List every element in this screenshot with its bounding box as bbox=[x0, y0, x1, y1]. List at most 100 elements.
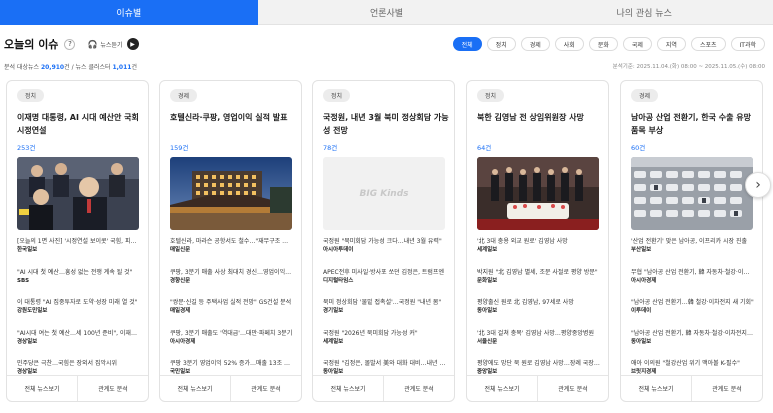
news-item[interactable]: 국정원 "2026년 북미회담 가능성 커" 세계일보 bbox=[323, 326, 446, 357]
category-sports[interactable]: 스포츠 bbox=[690, 37, 726, 51]
news-headline[interactable]: "쌍문·신길 등 주택사업 실적 전망" GS건설 분석 bbox=[170, 298, 293, 307]
news-item[interactable]: "AI시대 여는 첫 예산…세 100년 준비", 이재명 대통령경상일보 bbox=[17, 326, 140, 357]
news-headline[interactable]: [오늘의 1면 사진] '시정연설 보이콧' 국힘, 피켓 시위 bbox=[17, 237, 140, 246]
relation-analysis-button[interactable]: 관계도 분석 bbox=[537, 376, 608, 401]
news-headline[interactable]: 호텔신라, 마라슨 공항서도 철수…"재무구조 개선" bbox=[170, 237, 293, 246]
stats-cluster-count: 1,011 bbox=[112, 64, 132, 71]
news-item[interactable]: '北 3대 충용 외교 원로' 김영남 사망 세계일보 bbox=[477, 234, 600, 265]
issue-title[interactable]: 이재명 대통령, AI 시대 예산안 국회 시정연설 bbox=[17, 111, 145, 137]
news-item[interactable]: '산업 전환기' 맞은 남아공, 이프리카 시장 진출 부산일보 bbox=[631, 234, 754, 265]
news-headline[interactable]: 쿠팡, 3분기 매출 사상 최대치 경신…영업이익도 증가 bbox=[170, 268, 293, 277]
news-headline[interactable]: 국정원 "김정은, 몰발서 美와 대화 대비…내년 3월" bbox=[323, 359, 446, 368]
tab-press[interactable]: 언론사별 bbox=[257, 0, 516, 25]
news-headline[interactable]: APEC전후 미사일·방사포 쏘던 김정은, 트럼프엔 bbox=[323, 268, 446, 277]
issue-count: 60건 bbox=[631, 144, 646, 152]
next-arrow-icon[interactable]: › bbox=[745, 172, 771, 198]
news-item[interactable]: "남아공 산업 전환기, 韓 자동차·철강·이차전지 유망" 동아일보 bbox=[631, 326, 754, 357]
news-item[interactable]: 쿠팡, 3분기 매출도 '역대급'…대만·파페치 3분기 아시아경제 bbox=[170, 326, 293, 357]
category-society[interactable]: 사회 bbox=[554, 37, 584, 51]
issue-thumbnail[interactable] bbox=[477, 157, 599, 230]
category-local[interactable]: 지역 bbox=[656, 37, 686, 51]
news-source: 세계일보 bbox=[323, 338, 344, 345]
news-source: 강원도민일보 bbox=[17, 308, 48, 314]
relation-analysis-button[interactable]: 관계도 분석 bbox=[383, 376, 454, 401]
news-headline[interactable]: "AI 시대 첫 예산…흥성 없는 전쟁 계속 될 것" bbox=[17, 268, 140, 277]
news-headline[interactable]: 이 대통령 "AI 집중투자로 도약·성장 미래 열 것" bbox=[17, 298, 140, 307]
news-item[interactable]: 호텔신라, 마라슨 공항서도 철수…"재무구조 개선" 매일신문 bbox=[170, 234, 293, 265]
relation-analysis-button[interactable]: 관계도 분석 bbox=[77, 376, 148, 401]
news-headline[interactable]: 북미 정상회담 '물밑 접촉설'…국정원 "내년 봄" bbox=[323, 298, 446, 307]
news-source: 이투데이 bbox=[631, 308, 652, 314]
news-item[interactable]: 쿠팡, 3분기 매출 사상 최대치 경신…영업이익도 증가 경향신문 bbox=[170, 265, 293, 296]
category-international[interactable]: 국제 bbox=[622, 37, 652, 51]
news-item[interactable]: "남아공 산업 전환기…韓 철강·이차전지 새 기회" 이투데이 bbox=[631, 295, 754, 326]
news-headline[interactable]: '北 3대 걸쳐 충복' 김영남 사망…평양중앙병원 bbox=[477, 329, 600, 338]
news-headline[interactable]: 국정원 "2026년 북미회담 가능성 커" bbox=[323, 329, 446, 338]
news-item[interactable]: 이 대통령 "AI 집중투자로 도약·성장 미래 열 것" 강원도민일보 bbox=[17, 295, 140, 326]
category-politics[interactable]: 정치 bbox=[486, 37, 516, 51]
news-headline[interactable]: 쿠팡 3분기 영업이익 52% 증가…매출 13조 육박 bbox=[170, 359, 293, 368]
play-icon[interactable]: ▶ bbox=[126, 38, 139, 50]
news-headline[interactable]: "남아공 산업 전환기, 韓 자동차·철강·이차전지 유망" bbox=[631, 329, 754, 338]
issue-thumbnail[interactable] bbox=[170, 157, 292, 230]
help-icon[interactable]: ? bbox=[64, 38, 76, 50]
all-news-button[interactable]: 전체 뉴스보기 bbox=[160, 376, 230, 401]
issue-card[interactable]: 경제 호텔신라·쿠팡, 영업이익 실적 발표 159건 호텔신라, 마라슨 공항… bbox=[159, 80, 302, 402]
issue-card[interactable]: 정치 북한 김영남 전 상임위원장 사망 64건 '北 3대 충용 외교 원로'… bbox=[466, 80, 609, 402]
news-headline[interactable]: '北 3대 충용 외교 원로' 김영남 사망 bbox=[477, 237, 600, 246]
issue-thumbnail[interactable] bbox=[17, 157, 139, 230]
news-headline[interactable]: "남아공 산업 전환기…韓 철강·이차전지 새 기회" bbox=[631, 298, 754, 307]
issue-thumbnail[interactable] bbox=[631, 157, 753, 230]
news-source: 동아일보 bbox=[477, 308, 498, 314]
news-source: 한국일보 bbox=[17, 247, 38, 253]
relation-analysis-button[interactable]: 관계도 분석 bbox=[230, 376, 301, 401]
news-source: 디지털타임스 bbox=[323, 277, 354, 284]
news-headline[interactable]: '산업 전환기' 맞은 남아공, 이프리카 시장 진출 bbox=[631, 237, 754, 246]
news-item[interactable]: 국정원 "북미회담 가능성 크다…내년 3월 유력" 아시아투데이 bbox=[323, 234, 446, 265]
category-economy[interactable]: 경제 bbox=[520, 37, 550, 51]
news-item[interactable]: 평양출신 원로 北 김영남, 97세로 사망 동아일보 bbox=[477, 295, 600, 326]
news-item[interactable]: 북미 정상회담 '물밑 접촉설'…국정원 "내년 봄" 경기일보 bbox=[323, 295, 446, 326]
news-headline[interactable]: 민주당은 극찬…국힘은 장외서 집악시위 bbox=[17, 359, 140, 368]
news-headline[interactable]: 박지원 "北 김영남 별세, 조문 사절로 평양 방문" bbox=[477, 268, 600, 277]
news-item[interactable]: [오늘의 1면 사진] '시정연설 보이콧' 국힘, 피켓 시위 한국일보 bbox=[17, 234, 140, 265]
news-item[interactable]: 무협 "남아공 산업 전환기, 韓 자동차·철강·이차전지" 아시아경제 bbox=[631, 265, 754, 296]
news-item[interactable]: '北 3대 걸쳐 충복' 김영남 사망…평양중앙병원 서울신문 bbox=[477, 326, 600, 357]
tab-issues[interactable]: 이슈별 bbox=[0, 0, 258, 25]
issue-title[interactable]: 국정원, 내년 3월 북미 정상회담 가능성 전망 bbox=[323, 111, 451, 137]
news-headline[interactable]: 무협 "남아공 산업 전환기, 韓 자동차·철강·이차전지" bbox=[631, 268, 754, 277]
news-item[interactable]: 박지원 "北 김영남 별세, 조문 사절로 평양 방문" 문화일보 bbox=[477, 265, 600, 296]
all-news-button[interactable]: 전체 뉴스보기 bbox=[467, 376, 537, 401]
issue-title[interactable]: 북한 김영남 전 상임위원장 사망 bbox=[477, 111, 605, 124]
tab-my-news[interactable]: 나의 관심 뉴스 bbox=[515, 0, 773, 25]
category-culture[interactable]: 문화 bbox=[588, 37, 618, 51]
news-headline[interactable]: 평양출신 원로 北 김영남, 97세로 사망 bbox=[477, 298, 600, 307]
listen-news-button[interactable]: 🎧 뉴스듣기 ▶ bbox=[87, 38, 139, 50]
issue-title[interactable]: 남아공 산업 전환기, 한국 수출 유망 품목 부상 bbox=[631, 111, 759, 137]
issue-count: 253건 bbox=[17, 144, 36, 152]
all-news-button[interactable]: 전체 뉴스보기 bbox=[621, 376, 691, 401]
category-filter: 전체 정치 경제 사회 문화 국제 지역 스포츠 IT과학 bbox=[452, 37, 765, 51]
issue-title[interactable]: 호텔신라·쿠팡, 영업이익 실적 발표 bbox=[170, 111, 298, 124]
news-headline[interactable]: 국정원 "북미회담 가능성 크다…내년 3월 유력" bbox=[323, 237, 446, 246]
category-all[interactable]: 전체 bbox=[452, 37, 482, 51]
news-headline[interactable]: "AI시대 여는 첫 예산…세 100년 준비", 이재명 대통령 bbox=[17, 329, 140, 338]
news-item[interactable]: "AI 시대 첫 예산…흥성 없는 전쟁 계속 될 것" SBS bbox=[17, 265, 140, 296]
issue-thumbnail-placeholder[interactable]: BIG Kinds bbox=[323, 157, 445, 230]
relation-analysis-button[interactable]: 관계도 분석 bbox=[691, 376, 762, 401]
card-footer: 전체 뉴스보기 관계도 분석 bbox=[160, 375, 301, 401]
news-item[interactable]: APEC전후 미사일·방사포 쏘던 김정은, 트럼프엔 디지털타임스 bbox=[323, 265, 446, 296]
news-list: [오늘의 1면 사진] '시정연설 보이콧' 국힘, 피켓 시위 한국일보 "AI… bbox=[17, 234, 140, 387]
issue-card[interactable]: 경제 남아공 산업 전환기, 한국 수출 유망 품목 부상 60건 '산업 전환… bbox=[620, 80, 763, 402]
all-news-button[interactable]: 전체 뉴스보기 bbox=[313, 376, 383, 401]
headphones-icon: 🎧 bbox=[87, 39, 98, 49]
news-headline[interactable]: 쿠팡, 3분기 매출도 '역대급'…대만·파페치 3분기 bbox=[170, 329, 293, 338]
news-headline[interactable]: 평양에도 망단 북 원로 김영남 사망…장례 국장으로 bbox=[477, 359, 600, 368]
all-news-button[interactable]: 전체 뉴스보기 bbox=[7, 376, 77, 401]
issue-card[interactable]: 정치 국정원, 내년 3월 북미 정상회담 가능성 전망 78건 BIG Kin… bbox=[312, 80, 455, 402]
news-headline[interactable]: 애아 이의원 "철강산업 위기 맥아볼 K-필수" bbox=[631, 359, 754, 368]
issue-card[interactable]: 정치 이재명 대통령, AI 시대 예산안 국회 시정연설 253건 [오늘의 … bbox=[6, 80, 149, 402]
category-badge: 경제 bbox=[170, 89, 198, 102]
news-item[interactable]: "쌍문·신길 등 주택사업 실적 전망" GS건설 분석 매일경제 bbox=[170, 295, 293, 326]
category-it-science[interactable]: IT과학 bbox=[730, 37, 765, 51]
